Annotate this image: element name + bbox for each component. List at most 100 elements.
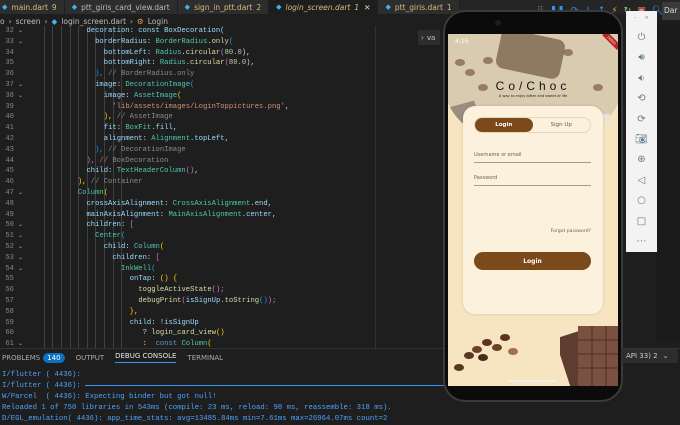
camera-icon[interactable]: 📷︎ xyxy=(635,129,648,149)
fold-chevron-icon[interactable]: ⌄ xyxy=(18,264,23,275)
tab-login-screen-dart[interactable]: ◆ login_screen.dart 1 ✕ xyxy=(269,0,379,14)
code-token: (); xyxy=(211,286,225,295)
code-line: 48 crossAxisAlignment: CrossAxisAlignment… xyxy=(0,199,440,210)
outline-button[interactable]: › va xyxy=(418,30,440,45)
debug-console-output[interactable]: I/flutter ( 4436): I/flutter ( 4436): W/… xyxy=(2,370,446,425)
code-line: 42 alignment: Alignment.topLeft, xyxy=(0,134,440,145)
tab-sign-in-ptt-dart[interactable]: ◆ sign_in_ptt.dart 2 xyxy=(177,0,270,14)
more-icon[interactable]: ⋯ xyxy=(637,232,647,252)
home-icon[interactable]: ○ xyxy=(637,191,646,211)
rotate-left-icon[interactable]: ⟲ xyxy=(637,88,645,108)
code-text: ), // BoxDecoration xyxy=(86,156,168,167)
close-icon[interactable]: × xyxy=(645,15,649,21)
code-line: 37 ⌄ image: DecorationImage( xyxy=(0,80,440,91)
line-number: 40 xyxy=(5,113,14,122)
code-token: children xyxy=(86,221,121,230)
overview-icon[interactable]: □ xyxy=(637,211,646,231)
code-token: : xyxy=(125,242,134,251)
password-field[interactable]: Password xyxy=(474,175,591,186)
console-line: I/flutter ( 4436): xyxy=(2,381,446,392)
code-token: .topLeft xyxy=(190,134,225,143)
code-token: bottomLeft xyxy=(103,48,147,57)
code-text: ), // DecorationImage xyxy=(95,145,186,156)
login-signup-toggle[interactable]: Login Sign Up xyxy=(474,117,591,133)
breadcrumb-item[interactable]: Login xyxy=(148,17,168,26)
code-token: ), xyxy=(246,59,255,68)
breadcrumb-item[interactable]: login_screen.dart xyxy=(61,17,126,26)
code-token: , xyxy=(271,210,277,219)
code-token: Column xyxy=(181,340,208,348)
code-line: 52 ⌄ child: Column( xyxy=(0,242,440,253)
fold-chevron-icon[interactable]: ⌄ xyxy=(18,220,23,231)
code-token: : xyxy=(142,340,156,348)
fold-chevron-icon[interactable]: ⌄ xyxy=(18,80,23,91)
close-tab-icon[interactable]: ✕ xyxy=(364,3,370,12)
gesture-nav-bar[interactable] xyxy=(508,380,556,382)
code-token: debugPrint xyxy=(138,296,182,305)
breadcrumb-item[interactable]: screen xyxy=(16,17,41,26)
code-text: crossAxisAlignment: CrossAxisAlignment.e… xyxy=(86,199,272,210)
line-number: 55 xyxy=(5,275,14,284)
code-token: // BorderRadius.only xyxy=(103,70,195,79)
back-icon[interactable]: ◁ xyxy=(638,170,646,190)
zoom-icon[interactable]: ⊕ xyxy=(637,150,645,170)
code-text: Column( xyxy=(78,188,108,199)
fold-chevron-icon[interactable]: ⌄ xyxy=(18,339,23,348)
fold-chevron-icon[interactable]: ⌄ xyxy=(18,242,23,253)
volume-down-icon[interactable]: 🔉︎ xyxy=(638,68,644,88)
android-emulator-phone: 4:15 DEBUG Co/Choc A way to enjoy bitter… xyxy=(443,10,623,402)
code-token: ( xyxy=(228,37,234,46)
line-number: 44 xyxy=(5,156,14,165)
rotate-right-icon[interactable]: ⟳ xyxy=(637,109,645,129)
tab-ptt-giris-card-view-dart[interactable]: ◆ ptt_giris_card_view.dart xyxy=(64,0,178,14)
code-line: 40), // AssetImage xyxy=(0,112,440,123)
code-text: fit: BoxFit.fill, xyxy=(104,123,177,134)
dart-file-icon: ◆ xyxy=(51,17,58,26)
tab-terminal[interactable]: TERMINAL xyxy=(187,354,223,362)
forgot-password-link[interactable]: Forgot password? xyxy=(551,229,591,234)
dart-file-icon: ◆ xyxy=(385,3,391,11)
code-editor[interactable]: 32 ⌄ decoration: const BoxDecoration(33 ⌄ bo… xyxy=(0,26,440,348)
theme-select[interactable]: Dar xyxy=(662,2,680,20)
code-token: ? xyxy=(142,329,152,338)
volume-up-icon[interactable]: 🔊︎ xyxy=(638,47,644,67)
fold-chevron-icon[interactable]: ⌄ xyxy=(18,26,23,37)
breadcrumb-item[interactable]: o xyxy=(0,17,5,26)
device-select[interactable]: API 33) 2 ⌄ xyxy=(622,349,678,363)
fold-chevron-icon[interactable]: ⌄ xyxy=(18,37,23,48)
fold-chevron-icon[interactable]: ⌄ xyxy=(18,231,23,242)
code-text: ), // Container xyxy=(78,177,143,188)
code-token: : xyxy=(125,91,134,100)
fold-chevron-icon[interactable]: ⌄ xyxy=(18,91,23,102)
line-number: 32 xyxy=(5,27,14,35)
code-token: 80.0 xyxy=(224,48,242,57)
tab-output[interactable]: OUTPUT xyxy=(76,354,105,362)
code-token: isSignUp xyxy=(185,296,221,305)
chevron-right-icon: › xyxy=(421,33,424,42)
tab-debug-console[interactable]: DEBUG CONSOLE xyxy=(115,352,177,363)
code-token: ), xyxy=(95,145,104,154)
login-button[interactable]: Login xyxy=(474,252,591,270)
tab-login[interactable]: Login xyxy=(475,118,533,132)
tab-main-dart[interactable]: ◆ main.dart 9 xyxy=(0,0,65,14)
line-number: 54 xyxy=(5,264,14,273)
power-icon[interactable]: ⏻ xyxy=(638,27,646,47)
console-line: I/flutter ( 4436): xyxy=(2,371,81,379)
fold-chevron-icon[interactable]: ⌄ xyxy=(18,188,23,199)
code-line: 33 ⌄ borderRadius: BorderRadius.only( xyxy=(0,37,440,48)
code-text: ? login_card_view() xyxy=(143,328,225,339)
camera-hole xyxy=(495,20,501,26)
tab-signup[interactable]: Sign Up xyxy=(533,118,591,132)
code-token: children xyxy=(112,253,147,262)
tab-ptt-giris-dart[interactable]: ◆ ptt_giris.dart 1 xyxy=(378,0,460,14)
line-number: 60 xyxy=(5,329,14,338)
app-screen: 4:15 DEBUG Co/Choc A way to enjoy bitter… xyxy=(448,34,618,386)
fold-chevron-icon[interactable]: ⌄ xyxy=(18,253,23,264)
code-token: ( xyxy=(190,80,195,89)
editor-scrollbar[interactable] xyxy=(375,26,376,348)
username-field[interactable]: Username or email xyxy=(474,152,591,163)
minimize-icon[interactable]: – xyxy=(634,15,637,21)
code-token: alignment xyxy=(103,134,143,143)
code-text: onTap: () { xyxy=(130,274,178,285)
tab-problems[interactable]: PROBLEMS 140 xyxy=(2,352,65,363)
